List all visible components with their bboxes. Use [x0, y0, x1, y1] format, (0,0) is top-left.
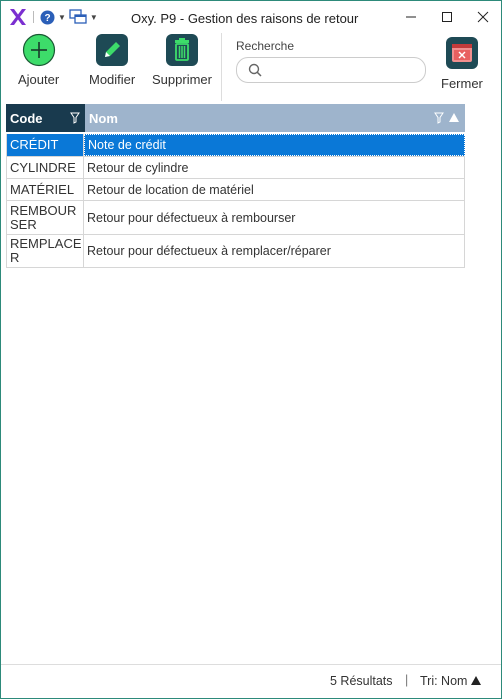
- column-header-nom[interactable]: Nom: [85, 104, 465, 132]
- table-row[interactable]: REMBOURSER Retour pour défectueux à remb…: [6, 201, 465, 235]
- chevron-down-icon[interactable]: ▼: [90, 13, 98, 22]
- window-title: Oxy. P9 - Gestion des raisons de retour: [131, 11, 359, 26]
- edit-button[interactable]: Modifier: [89, 33, 135, 87]
- close-window-button[interactable]: [465, 1, 501, 33]
- close-icon: [477, 11, 489, 23]
- window-controls: [393, 1, 501, 33]
- maximize-icon: [442, 12, 452, 22]
- search-input[interactable]: [267, 60, 421, 80]
- close-button[interactable]: Fermer: [441, 33, 483, 91]
- filter-icon[interactable]: [70, 112, 80, 124]
- pencil-icon: [96, 34, 129, 66]
- app-window: ? ▼ ▼ Oxy. P9 - Gestion des raisons de r…: [0, 0, 502, 699]
- delete-label: Supprimer: [152, 72, 212, 87]
- cell-code: CYLINDRE: [6, 157, 84, 178]
- chevron-down-icon[interactable]: ▼: [58, 13, 66, 22]
- windows-icon[interactable]: [69, 9, 87, 25]
- filter-icon[interactable]: [434, 112, 444, 124]
- svg-text:?: ?: [44, 13, 50, 24]
- table-row[interactable]: REMPLACER Retour pour défectueux à rempl…: [6, 235, 465, 268]
- sort-label: Tri: Nom: [420, 674, 468, 688]
- status-bar: 5 Résultats | Tri: Nom: [1, 664, 501, 698]
- trash-icon: [165, 34, 198, 66]
- sort-indicator[interactable]: Tri: Nom: [420, 674, 481, 688]
- search-label: Recherche: [236, 39, 295, 53]
- add-label: Ajouter: [18, 72, 60, 87]
- add-icon: [22, 33, 55, 67]
- table-row[interactable]: CYLINDRE Retour de cylindre: [6, 157, 465, 179]
- minimize-button[interactable]: [393, 1, 429, 33]
- table-row[interactable]: MATÉRIEL Retour de location de matériel: [6, 179, 465, 201]
- minimize-icon: [406, 16, 416, 18]
- close-label: Fermer: [441, 76, 483, 91]
- cell-nom: Retour pour défectueux à remplacer/répar…: [84, 235, 465, 267]
- cell-nom: Retour pour défectueux à rembourser: [84, 201, 465, 234]
- search-icon: [248, 63, 262, 77]
- cell-code: MATÉRIEL: [6, 179, 84, 200]
- help-icon[interactable]: ?: [40, 10, 55, 25]
- cell-nom: Note de crédit: [84, 134, 465, 156]
- search-box[interactable]: [236, 57, 426, 83]
- close-panel-icon: [445, 37, 478, 69]
- cell-code: REMBOURSER: [6, 201, 84, 234]
- column-header-code-label: Code: [10, 111, 43, 126]
- maximize-button[interactable]: [429, 1, 465, 33]
- cell-nom: Retour de location de matériel: [84, 179, 465, 200]
- cell-code: REMPLACER: [6, 235, 84, 267]
- table-row[interactable]: CRÉDIT Note de crédit: [6, 134, 465, 157]
- quick-access-bar: ? ▼ ▼: [9, 7, 98, 27]
- cell-nom: Retour de cylindre: [84, 157, 465, 178]
- edit-label: Modifier: [89, 72, 136, 87]
- add-button[interactable]: Ajouter: [18, 33, 59, 87]
- toolbar: Ajouter Modifier Supprimer Recherche Fer…: [1, 33, 501, 103]
- sort-ascending-icon[interactable]: [449, 113, 459, 123]
- delete-button[interactable]: Supprimer: [152, 33, 212, 87]
- cell-code: CRÉDIT: [6, 134, 84, 156]
- column-header-code[interactable]: Code: [6, 104, 85, 132]
- status-separator: |: [405, 673, 409, 687]
- app-logo-icon: [10, 9, 26, 25]
- sort-ascending-icon: [470, 676, 481, 685]
- grid-body: CRÉDIT Note de crédit CYLINDRE Retour de…: [6, 134, 465, 268]
- title-bar: ? ▼ ▼ Oxy. P9 - Gestion des raisons de r…: [1, 1, 501, 33]
- column-header-nom-label: Nom: [89, 111, 118, 126]
- results-count: 5 Résultats: [330, 674, 393, 688]
- separator: [33, 11, 34, 23]
- toolbar-separator: [221, 33, 222, 101]
